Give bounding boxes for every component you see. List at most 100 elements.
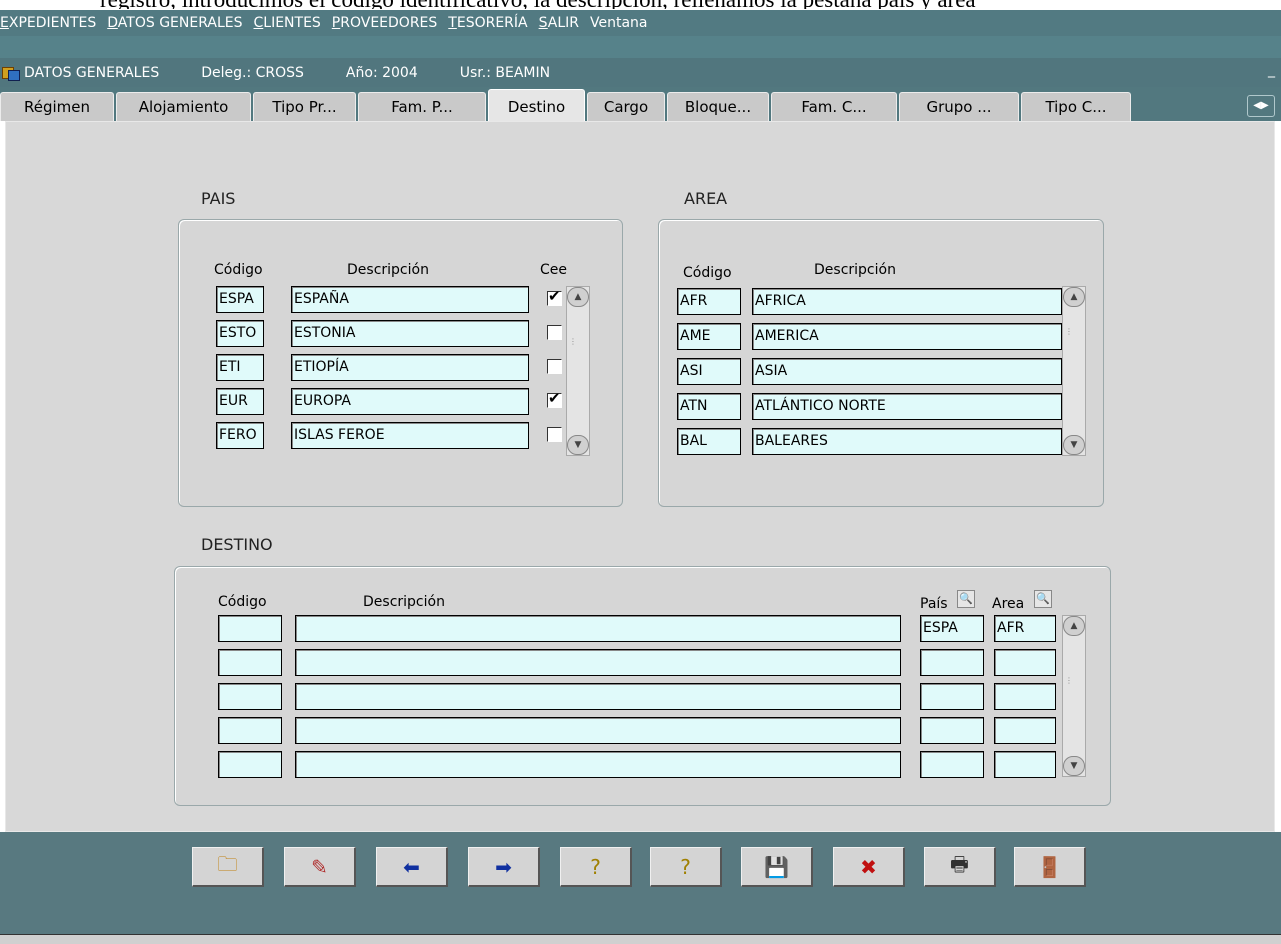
app-icon	[2, 65, 20, 81]
scroll-grip-icon[interactable]: ⋮	[1065, 676, 1075, 696]
destino-descripcion-field[interactable]	[295, 717, 901, 744]
execute-query-icon: ?	[680, 854, 691, 879]
delegation-label: Deleg.: CROSS	[201, 64, 304, 81]
minimize-icon[interactable]: _	[1268, 62, 1275, 78]
destino-descripcion-field[interactable]	[295, 615, 901, 642]
tab-item[interactable]: Fam. C...	[771, 92, 897, 121]
destino-col-codigo: Código	[218, 594, 267, 610]
pais-codigo-field[interactable]: FERO	[216, 422, 264, 449]
save-icon: 💾	[764, 854, 789, 879]
area-descripcion-field[interactable]: ASIA	[752, 358, 1062, 385]
destino-codigo-field[interactable]	[218, 683, 282, 710]
pais-codigo-field[interactable]: EUR	[216, 388, 264, 415]
area-codigo-field[interactable]: AME	[677, 323, 741, 350]
print-icon: 🖶	[950, 851, 969, 876]
tab-scroll-icon[interactable]: ◀▶	[1247, 95, 1275, 117]
pais-descripcion-field[interactable]: ETIOPÍA	[291, 354, 529, 381]
pais-descripcion-field[interactable]: ESTONIA	[291, 320, 529, 347]
destino-area-field[interactable]	[994, 751, 1056, 778]
tab-item[interactable]: Destino	[488, 89, 585, 123]
area-col-descripcion: Descripción	[814, 262, 896, 278]
destino-scrollbar[interactable]: ▲ ⋮ ▼	[1062, 615, 1086, 777]
destino-area-field[interactable]: AFR	[994, 615, 1056, 642]
destino-col-descripcion: Descripción	[363, 594, 445, 610]
destino-area-field[interactable]	[994, 649, 1056, 676]
scroll-up-icon[interactable]: ▲	[1063, 287, 1085, 307]
previous-button[interactable]: ⬅	[376, 847, 448, 887]
menu-item[interactable]: PROVEEDORES	[330, 15, 442, 31]
area-descripcion-field[interactable]: AMERICA	[752, 323, 1062, 350]
destino-codigo-field[interactable]	[218, 751, 282, 778]
destino-codigo-field[interactable]	[218, 649, 282, 676]
area-descripcion-field[interactable]: ATLÁNTICO NORTE	[752, 393, 1062, 420]
pais-descripcion-field[interactable]: ESPAÑA	[291, 286, 529, 313]
edit-button[interactable]: ✎	[284, 847, 356, 887]
area-lookup-icon[interactable]: 🔍	[1034, 590, 1052, 608]
cee-checkbox[interactable]	[547, 325, 563, 341]
save-button[interactable]: 💾	[741, 847, 813, 887]
pais-col-cee: Cee	[540, 262, 568, 278]
destino-pais-field[interactable]	[920, 751, 984, 778]
pais-codigo-field[interactable]: ETI	[216, 354, 264, 381]
destino-area-field[interactable]	[994, 717, 1056, 744]
pais-descripcion-field[interactable]: ISLAS FEROE	[291, 422, 529, 449]
area-descripcion-field[interactable]: AFRICA	[752, 288, 1062, 315]
tab-item[interactable]: Bloque...	[667, 92, 769, 121]
tab-item[interactable]: Grupo ...	[899, 92, 1019, 121]
titlebar-separator	[0, 36, 1281, 58]
tab-item[interactable]: Tipo Pr...	[253, 92, 356, 121]
tab-item[interactable]: Alojamiento	[116, 92, 251, 121]
tab-item[interactable]: Fam. P...	[358, 92, 486, 121]
area-scrollbar[interactable]: ▲ ⋮ ▼	[1062, 286, 1086, 456]
destino-descripcion-field[interactable]	[295, 751, 901, 778]
area-codigo-field[interactable]: BAL	[677, 428, 741, 455]
new-record-button[interactable]: 🗀	[192, 847, 264, 887]
year-label: Año: 2004	[345, 64, 418, 81]
scroll-down-icon[interactable]: ▼	[1063, 435, 1085, 455]
menu-item[interactable]: TESORERÍA	[446, 15, 532, 31]
destino-codigo-field[interactable]	[218, 615, 282, 642]
menu-item[interactable]: Ventana	[588, 15, 653, 31]
cee-checkbox[interactable]: ✔	[547, 390, 563, 409]
area-codigo-field[interactable]: ASI	[677, 358, 741, 385]
scroll-up-icon[interactable]: ▲	[1063, 616, 1085, 636]
scroll-down-icon[interactable]: ▼	[567, 435, 589, 455]
cee-checkbox[interactable]	[547, 359, 563, 375]
tab-item[interactable]: Tipo C...	[1021, 92, 1131, 121]
area-codigo-field[interactable]: ATN	[677, 393, 741, 420]
menu-item[interactable]: SALIR	[537, 15, 584, 31]
menu-item[interactable]: DATOS GENERALES	[105, 15, 247, 31]
pais-codigo-field[interactable]: ESTO	[216, 320, 264, 347]
destino-area-field[interactable]	[994, 683, 1056, 710]
execute-query-button[interactable]: ?	[650, 847, 722, 887]
scroll-grip-icon[interactable]: ⋮	[1065, 327, 1075, 347]
cee-checkbox[interactable]	[547, 427, 563, 443]
cee-checkbox[interactable]: ✔	[547, 288, 563, 307]
area-descripcion-field[interactable]: BALEARES	[752, 428, 1062, 455]
scroll-down-icon[interactable]: ▼	[1063, 756, 1085, 776]
scroll-grip-icon[interactable]: ⋮	[569, 337, 579, 357]
destino-codigo-field[interactable]	[218, 717, 282, 744]
menu-item[interactable]: EXPEDIENTES	[0, 15, 101, 31]
scroll-up-icon[interactable]: ▲	[567, 287, 589, 307]
query-button[interactable]: ?	[560, 847, 632, 887]
tab-item[interactable]: Cargo	[587, 92, 665, 121]
tab-strip: ◀▶ Régimen Alojamiento Tipo Pr... Fam. P...…	[0, 87, 1281, 123]
area-codigo-field[interactable]: AFR	[677, 288, 741, 315]
destino-pais-field[interactable]: ESPA	[920, 615, 984, 642]
delete-button[interactable]: ✖	[833, 847, 905, 887]
print-button[interactable]: 🖶	[924, 847, 996, 887]
destino-pais-field[interactable]	[920, 717, 984, 744]
tab-item[interactable]: Régimen	[0, 92, 114, 121]
destino-descripcion-field[interactable]	[295, 683, 901, 710]
next-button[interactable]: ➡	[468, 847, 540, 887]
pais-codigo-field[interactable]: ESPA	[216, 286, 264, 313]
destino-pais-field[interactable]	[920, 649, 984, 676]
destino-descripcion-field[interactable]	[295, 649, 901, 676]
exit-button[interactable]: 🚪	[1014, 847, 1086, 887]
pais-descripcion-field[interactable]: EUROPA	[291, 388, 529, 415]
menu-item[interactable]: CLIENTES	[251, 15, 325, 31]
pais-scrollbar[interactable]: ▲ ⋮ ▼	[566, 286, 590, 456]
pais-lookup-icon[interactable]: 🔍	[957, 590, 975, 608]
destino-pais-field[interactable]	[920, 683, 984, 710]
